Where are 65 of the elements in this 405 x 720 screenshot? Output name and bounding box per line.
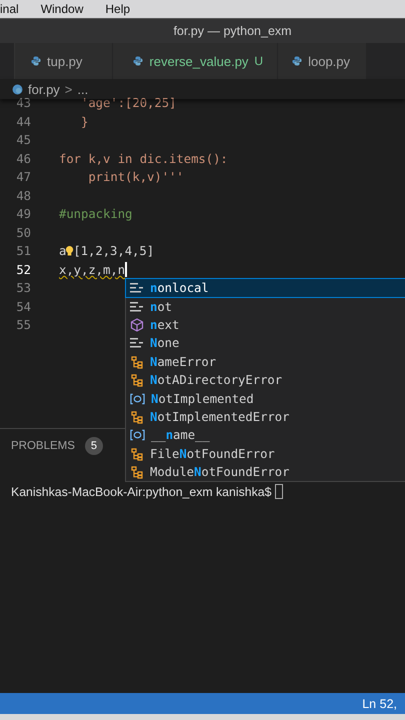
- python-icon: [12, 84, 23, 94]
- line-number: 43: [15, 96, 31, 110]
- lightbulb-icon[interactable]: [65, 245, 74, 258]
- terminal-prompt: Kanishkas-MacBook-Air:python_exm kanishka$: [11, 484, 272, 498]
- breadcrumb-separator: >: [64, 82, 72, 96]
- editor-tab[interactable]: loop.py: [278, 43, 368, 79]
- variable-icon: [130, 392, 145, 405]
- code-text: #unpacking: [59, 207, 132, 222]
- code-text: a: [59, 244, 66, 258]
- code-text: }: [80, 114, 88, 129]
- text-cursor: [125, 262, 127, 278]
- line-number: 53: [15, 281, 31, 296]
- keyword-icon: [130, 337, 144, 350]
- suggestion-item[interactable]: __name__: [126, 426, 405, 445]
- class-icon: [130, 410, 144, 424]
- menu-item[interactable]: Help: [105, 2, 130, 16]
- cursor-position[interactable]: Ln 52,: [362, 696, 397, 710]
- terminal-cursor: [275, 484, 284, 499]
- suggestion-item[interactable]: ModuleNotFoundError: [126, 462, 405, 482]
- count-badge: 5: [84, 437, 103, 455]
- python-icon: [292, 56, 302, 66]
- keyword-icon: [130, 300, 144, 313]
- variable-icon: [130, 429, 145, 442]
- suggestion-item[interactable]: NameError: [126, 352, 405, 371]
- code-text: 'age':[20,25]: [80, 96, 176, 110]
- keyword-icon: [130, 282, 144, 294]
- suggestion-item[interactable]: next: [126, 316, 405, 334]
- suggestion-item[interactable]: NotADirectoryError: [126, 370, 405, 390]
- code-text: x,y,z,m,n: [59, 262, 126, 277]
- suggestion-item[interactable]: None: [126, 334, 405, 353]
- python-icon: [31, 56, 41, 66]
- line-number: 51: [15, 244, 31, 258]
- code-text: [1,2,3,4,5]: [73, 244, 154, 258]
- editor-tab[interactable]: reverse_value.py U: [113, 43, 278, 79]
- line-number: 50: [15, 226, 31, 240]
- suggestion-item[interactable]: nonlocal: [126, 279, 405, 298]
- line-number: 54: [15, 300, 31, 314]
- cube-icon: [130, 318, 144, 332]
- class-icon: [130, 354, 144, 369]
- breadcrumb-item[interactable]: for.py: [28, 82, 60, 96]
- code-text: for k,v in dic.items():: [59, 152, 228, 166]
- panel-tab[interactable]: PROBLEMS: [11, 440, 75, 452]
- line-number: 44: [15, 114, 31, 129]
- suggestion-item[interactable]: FileNotFoundError: [126, 444, 405, 463]
- git-status: U: [254, 54, 264, 68]
- menu-item[interactable]: inal: [0, 2, 19, 16]
- line-number: 46: [15, 152, 31, 166]
- line-number: 52: [15, 262, 31, 277]
- window-title: for.py — python_exm: [172, 24, 292, 38]
- class-icon: [130, 373, 144, 388]
- line-number: 45: [15, 133, 31, 148]
- line-number: 48: [15, 188, 31, 203]
- line-number: 55: [15, 318, 31, 332]
- class-icon: [130, 465, 144, 480]
- suggestion-item[interactable]: NotImplemented: [126, 389, 405, 408]
- breadcrumb-item[interactable]: ...: [77, 82, 88, 96]
- line-number: 49: [15, 207, 31, 222]
- line-number: 47: [15, 170, 31, 184]
- suggestion-item[interactable]: not: [126, 297, 405, 316]
- menu-item[interactable]: Window: [40, 2, 84, 16]
- suggestion-item[interactable]: NotImplementedError: [126, 408, 405, 426]
- editor-tab[interactable]: tup.py: [15, 43, 114, 79]
- python-icon: [133, 56, 144, 66]
- code-text: print(k,v)''': [87, 170, 184, 184]
- class-icon: [130, 446, 144, 461]
